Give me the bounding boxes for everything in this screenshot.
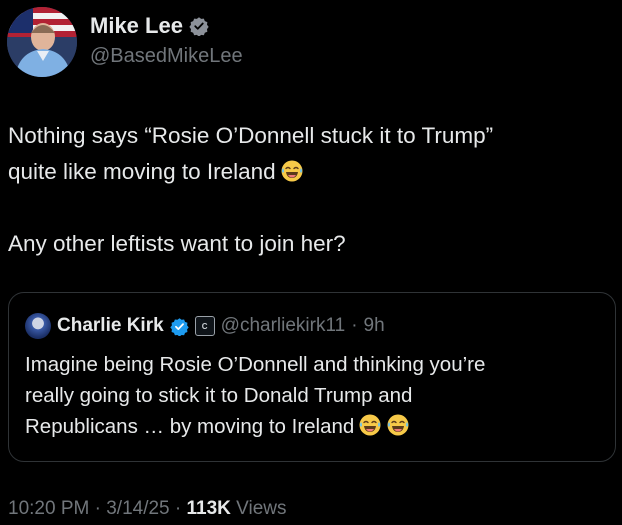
tweet-time[interactable]: 10:20 PM: [8, 498, 89, 519]
quoted-author-handle[interactable]: @charliekirk11: [221, 315, 346, 337]
tweet-line: Any other leftists want to join her?: [8, 231, 346, 256]
laughing-crying-emoji-icon: [359, 414, 381, 436]
verified-badge-icon: [189, 17, 209, 36]
views-count: 113K: [186, 498, 231, 519]
author-name[interactable]: Mike Lee: [90, 13, 183, 39]
quoted-tweet-header: Charlie Kirk C @charliekirk11 · 9h: [25, 313, 385, 339]
quoted-tweet-line: Imagine being Rosie O’Donnell and thinki…: [25, 353, 486, 376]
verified-badge-icon: [169, 317, 189, 336]
author-handle[interactable]: @BasedMikeLee: [90, 45, 243, 68]
quoted-tweet-text: Imagine being Rosie O’Donnell and thinki…: [25, 349, 601, 442]
affiliate-badge-text: C: [201, 321, 208, 331]
tweet-date[interactable]: 3/14/25: [106, 498, 169, 519]
tweet-line: quite like moving to Ireland: [8, 159, 276, 184]
author-name-row[interactable]: Mike Lee: [90, 13, 209, 39]
tweet-meta: 10:20 PM · 3/14/25 · 113K Views: [8, 498, 287, 520]
separator-dot: ·: [351, 315, 358, 336]
author-avatar[interactable]: [7, 7, 77, 77]
tweet-text: Nothing says “Rosie O’Donnell stuck it t…: [8, 118, 614, 262]
separator-dot: ·: [174, 498, 182, 519]
affiliate-badge-icon[interactable]: C: [194, 316, 215, 336]
quoted-tweet-time[interactable]: 9h: [364, 315, 385, 337]
tweet: Mike Lee @BasedMikeLee Nothing says “Ros…: [0, 0, 622, 525]
tweet-line-with-emoji: quite like moving to Ireland: [8, 154, 614, 190]
quoted-author-name[interactable]: Charlie Kirk: [57, 315, 164, 337]
tweet-line: Nothing says “Rosie O’Donnell stuck it t…: [8, 123, 494, 148]
laughing-crying-emoji-icon: [387, 414, 409, 436]
quoted-tweet-card[interactable]: Charlie Kirk C @charliekirk11 · 9h Imagi…: [8, 292, 616, 462]
quoted-author-avatar[interactable]: [25, 313, 51, 339]
quoted-tweet-line: really going to stick it to Donald Trump…: [25, 384, 413, 407]
separator-dot: ·: [94, 498, 101, 519]
quoted-tweet-line: Republicans … by moving to Ireland: [25, 415, 355, 438]
laughing-crying-emoji-icon: [281, 160, 303, 182]
quoted-tweet-line-with-emoji: Republicans … by moving to Ireland: [25, 411, 601, 442]
views-label: Views: [236, 498, 287, 519]
